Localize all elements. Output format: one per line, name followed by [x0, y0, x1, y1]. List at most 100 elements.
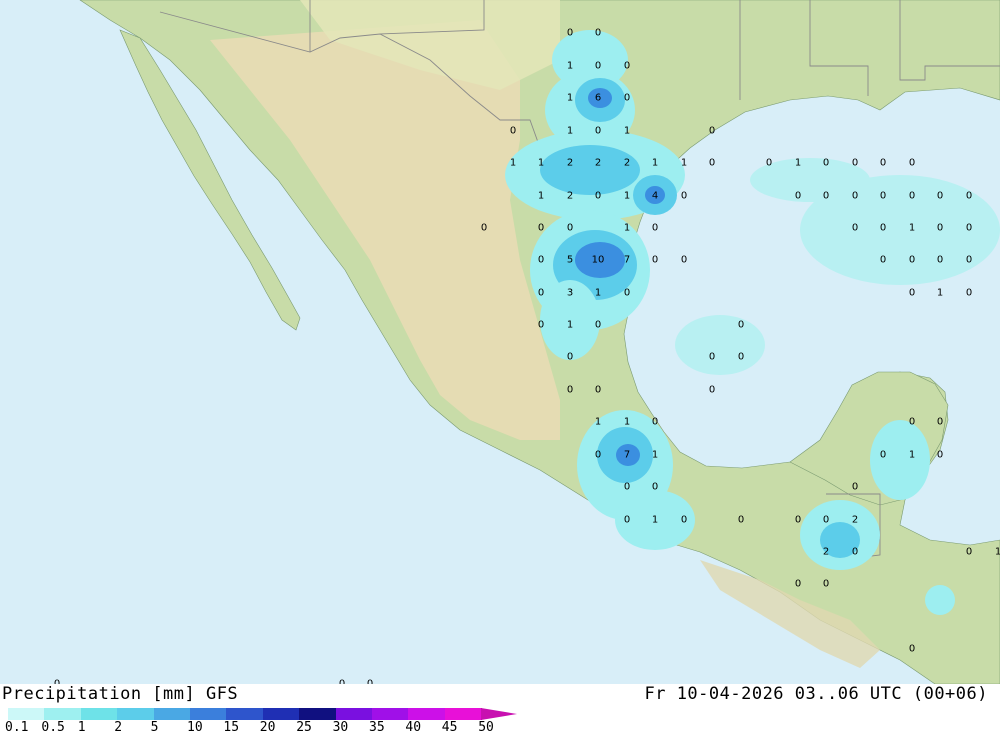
precip-value: 0 [652, 255, 658, 266]
precip-value: 0 [624, 61, 630, 72]
legend-swatch [444, 708, 483, 720]
precip-value: 1 [595, 417, 601, 428]
precip-value: 0 [909, 644, 915, 655]
precip-value: 7 [624, 255, 630, 266]
precip-value: 1 [624, 417, 630, 428]
precip-value: 1 [510, 158, 516, 169]
precip-value: 10 [592, 255, 605, 266]
precip-value: 2 [567, 191, 573, 202]
precip-value: 0 [795, 515, 801, 526]
precip-value: 0 [567, 28, 573, 39]
precip-value: 2 [852, 515, 858, 526]
precip-value: 0 [852, 158, 858, 169]
precip-value: 0 [709, 126, 715, 137]
precip-value: 2 [567, 158, 573, 169]
precip-value: 0 [823, 191, 829, 202]
precip-value: 0 [852, 191, 858, 202]
precip-value: 1 [567, 93, 573, 104]
precip-value: 0 [909, 191, 915, 202]
precip-value: 0 [909, 417, 915, 428]
legend-swatch [262, 708, 301, 720]
precip-value: 0 [880, 191, 886, 202]
precip-value: 1 [652, 158, 658, 169]
precip-value: 0 [937, 191, 943, 202]
precip-value: 0 [624, 482, 630, 493]
legend-swatch [335, 708, 373, 720]
precip-value: 0 [510, 126, 516, 137]
legend-swatch [117, 708, 155, 720]
precip-value: 4 [652, 191, 658, 202]
precip-value: 0 [709, 385, 715, 396]
precip-value: 0 [880, 158, 886, 169]
legend-swatch [299, 708, 337, 720]
legend-swatch [153, 708, 191, 720]
precip-value: 0 [738, 352, 744, 363]
precip-value: 1 [567, 320, 573, 331]
precip-value: 0 [880, 223, 886, 234]
precip-value: 0 [538, 320, 544, 331]
precip-value: 1 [909, 223, 915, 234]
precip-value: 0 [538, 255, 544, 266]
precip-value: 1 [624, 223, 630, 234]
precip-value: 0 [880, 255, 886, 266]
precip-value: 2 [823, 547, 829, 558]
legend-swatch [190, 708, 228, 720]
precip-value: 0 [795, 579, 801, 590]
precip-value: 1 [538, 191, 544, 202]
precip-value: 0 [595, 61, 601, 72]
precip-value: 0 [852, 223, 858, 234]
legend-arrow [481, 708, 518, 720]
legend-swatch [226, 708, 264, 720]
precip-value: 0 [852, 547, 858, 558]
precip-value: 1 [567, 126, 573, 137]
precip-value: 0 [937, 223, 943, 234]
precip-value: 0 [595, 450, 601, 461]
precip-value: 0 [567, 352, 573, 363]
precip-value: 0 [966, 223, 972, 234]
precip-value: 1 [624, 126, 630, 137]
precip-value: 0 [909, 288, 915, 299]
precip-value: 0 [624, 288, 630, 299]
precip-value: 0 [538, 288, 544, 299]
precip-value: 0 [937, 255, 943, 266]
precip-value: 1 [538, 158, 544, 169]
precip-value: 1 [795, 158, 801, 169]
precip-value: 0 [937, 450, 943, 461]
legend-swatch [8, 708, 46, 720]
color-legend [8, 708, 528, 720]
precip-value: 0 [738, 515, 744, 526]
precip-value: 0 [567, 385, 573, 396]
precip-value: 0 [966, 288, 972, 299]
precip-value: 1 [567, 61, 573, 72]
precip-value: 0 [595, 320, 601, 331]
legend-swatch [80, 708, 119, 720]
precip-value: 1 [937, 288, 943, 299]
precip-value: 0 [880, 450, 886, 461]
precip-value: 1 [909, 450, 915, 461]
precip-value: 0 [852, 482, 858, 493]
legend-swatch [372, 708, 410, 720]
precip-value: 1 [681, 158, 687, 169]
precip-value: 0 [823, 158, 829, 169]
precip-value: 0 [966, 255, 972, 266]
precip-value: 0 [795, 191, 801, 202]
precip-value: 0 [624, 515, 630, 526]
precip-value: 0 [966, 547, 972, 558]
precip-value: 0 [595, 28, 601, 39]
precip-value: 0 [823, 579, 829, 590]
forecast-datetime: Fr 10-04-2026 03..06 UTC (00+06) [644, 684, 988, 704]
precip-value: 0 [595, 126, 601, 137]
precip-value: 2 [624, 158, 630, 169]
precip-value: 0 [738, 320, 744, 331]
precip-value: 5 [567, 255, 573, 266]
precip-value: 0 [966, 191, 972, 202]
precip-value: 1 [652, 450, 658, 461]
precip-value: 0 [652, 482, 658, 493]
precip-value: 0 [909, 255, 915, 266]
precip-value: 0 [823, 515, 829, 526]
precip-value: 1 [595, 288, 601, 299]
precip-value: 0 [681, 191, 687, 202]
precip-value: 2 [595, 158, 601, 169]
precip-value: 0 [481, 223, 487, 234]
precip-value: 3 [567, 288, 573, 299]
